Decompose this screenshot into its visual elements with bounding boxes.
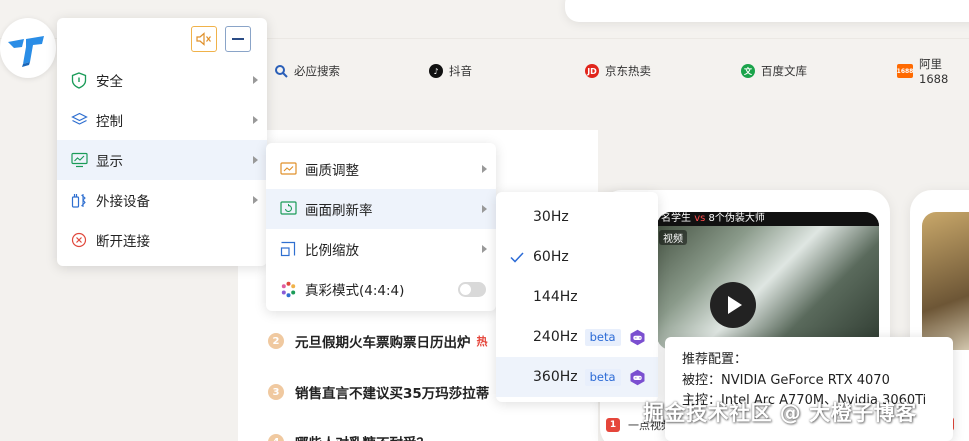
quick-link-jd[interactable]: JD 京东热卖 — [585, 63, 651, 79]
gamepad-icon — [629, 369, 646, 386]
shield-icon — [70, 71, 88, 89]
menu-item-external-devices[interactable]: 外接设备 — [57, 180, 267, 220]
search-icon — [274, 64, 288, 78]
menu-item-picture-quality[interactable]: 画质调整 — [266, 149, 496, 189]
app-logo[interactable] — [0, 18, 56, 78]
hot-badge: 热 — [476, 335, 488, 348]
watermark: 掘金技术社区 @ 大橙子博客 — [643, 401, 917, 425]
usb-icon — [70, 191, 88, 209]
beta-badge: beta — [584, 368, 621, 386]
gamepad-icon — [629, 329, 646, 346]
quick-link-wenku[interactable]: 文 百度文库 — [741, 63, 807, 79]
chevron-right-icon — [253, 196, 258, 204]
refresh-rate-option[interactable]: 30Hz — [496, 197, 658, 237]
video-thumbnail[interactable] — [922, 212, 969, 350]
top-search-card — [565, 0, 969, 22]
menu-item-label: 显示 — [96, 154, 123, 170]
rank-badge: 2 — [268, 333, 284, 349]
minimize-button[interactable] — [225, 26, 251, 52]
refresh-rate-label: 360Hz — [533, 369, 578, 385]
tooltip-title: 推荐配置： — [682, 352, 748, 367]
menu-item-display[interactable]: 显示 — [57, 140, 267, 180]
refresh-rate-label: 144Hz — [533, 289, 578, 305]
play-icon[interactable] — [710, 282, 756, 328]
news-item[interactable]: 3 销售直言不建议买35万玛莎拉蒂 — [268, 382, 489, 402]
quick-link-label: 百度文库 — [761, 64, 807, 78]
refresh-rate-option[interactable]: 360Hz beta — [496, 357, 658, 397]
chevron-right-icon — [482, 165, 487, 173]
tooltip-line-controlled: 被控：NVIDIA GeForce RTX 4070 — [682, 372, 890, 388]
main-menu: 安全 控制 显示 外接设备 断开连接 — [57, 18, 267, 266]
rank-badge: 1 — [606, 418, 620, 432]
refresh-rate-label: 60Hz — [533, 249, 569, 265]
quick-link-label: 京东热卖 — [605, 64, 651, 78]
news-title: 销售直言不建议买35万玛莎拉蒂 — [295, 386, 490, 402]
ali1688-icon: 1688 — [897, 64, 913, 78]
rank-badge: 3 — [268, 384, 284, 400]
rank-badge: 4 — [268, 434, 284, 441]
chevron-right-icon — [482, 245, 487, 253]
true-color-icon — [279, 280, 297, 298]
monitor-icon — [70, 151, 88, 169]
menu-item-true-color[interactable]: 真彩模式(4:4:4) — [266, 269, 496, 309]
chevron-right-icon — [253, 76, 258, 84]
news-title: 哪些人对乳糖不耐受？ — [295, 432, 430, 441]
news-item[interactable]: 2 元旦假期火车票购票日历出炉 热 — [268, 331, 488, 351]
menu-item-label: 画质调整 — [305, 163, 359, 179]
quick-link-1688[interactable]: 1688 阿里1688 — [897, 57, 969, 86]
news-item[interactable]: 4 哪些人对乳糖不耐受？ — [268, 432, 430, 441]
logo-icon — [8, 36, 44, 67]
refresh-rate-option[interactable]: 144Hz — [496, 277, 658, 317]
douyin-icon: ♪ — [429, 64, 443, 78]
menu-item-label: 画面刷新率 — [305, 203, 373, 219]
menu-item-disconnect[interactable]: 断开连接 — [57, 220, 267, 260]
refresh-rate-label: 30Hz — [533, 209, 569, 225]
news-title: 元旦假期火车票购票日历出炉 — [295, 335, 471, 351]
jd-icon: JD — [585, 64, 599, 78]
refresh-rate-option[interactable]: 240Hz beta — [496, 317, 658, 357]
menu-item-label: 断开连接 — [96, 234, 150, 250]
mute-button[interactable] — [191, 26, 217, 52]
check-icon — [510, 250, 528, 264]
quick-link-label: 阿里1688 — [919, 57, 949, 86]
picture-quality-icon — [279, 160, 297, 178]
refresh-rate-label: 240Hz — [533, 329, 578, 345]
scale-icon — [279, 240, 297, 258]
refresh-rate-icon — [279, 200, 297, 218]
video-tag: 视频 — [659, 230, 687, 245]
true-color-toggle[interactable] — [458, 282, 486, 297]
menu-item-refresh-rate[interactable]: 画面刷新率 — [266, 189, 496, 229]
wenku-icon: 文 — [741, 64, 755, 78]
menu-item-label: 真彩模式(4:4:4) — [305, 283, 405, 299]
layers-icon — [70, 111, 88, 129]
quick-link-label: 抖音 — [449, 64, 472, 78]
disconnect-icon — [70, 231, 88, 249]
menu-item-label: 控制 — [96, 114, 123, 130]
menu-item-label: 外接设备 — [96, 194, 150, 210]
quick-link-douyin[interactable]: ♪ 抖音 — [429, 63, 472, 79]
minimize-icon — [232, 38, 244, 40]
quick-link-bing[interactable]: 必应搜索 — [274, 63, 340, 79]
beta-badge: beta — [584, 328, 621, 346]
menu-item-security[interactable]: 安全 — [57, 60, 267, 100]
menu-toolbar — [191, 26, 251, 52]
menu-item-scale[interactable]: 比例缩放 — [266, 229, 496, 269]
menu-item-label: 安全 — [96, 74, 123, 90]
chevron-right-icon — [253, 156, 258, 164]
chevron-right-icon — [253, 116, 258, 124]
refresh-rate-option[interactable]: 60Hz — [496, 237, 658, 277]
speaker-muted-icon — [196, 32, 211, 46]
video-thumbnail[interactable]: 名学生 vs 8个伪装大师 视频 — [657, 212, 879, 350]
menu-item-control[interactable]: 控制 — [57, 100, 267, 140]
refresh-rate-submenu: 30Hz 60Hz 144Hz 240Hz beta 360Hz beta — [496, 192, 658, 402]
display-submenu: 画质调整 画面刷新率 比例缩放 真彩模式(4:4:4) — [266, 143, 496, 311]
quick-link-label: 必应搜索 — [294, 64, 340, 78]
video-banner: 名学生 vs 8个伪装大师 — [657, 212, 879, 226]
chevron-right-icon — [482, 205, 487, 213]
menu-item-label: 比例缩放 — [305, 243, 359, 259]
